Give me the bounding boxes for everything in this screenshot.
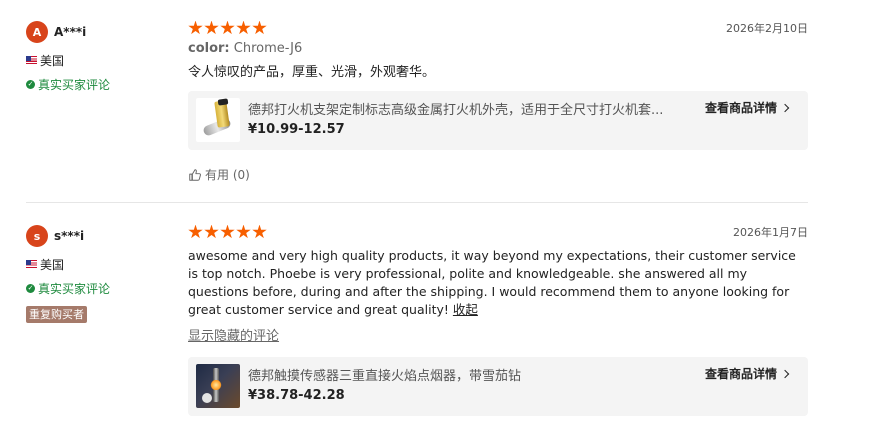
- review-content: 2026年1月7日 awesome and very high quality …: [188, 224, 808, 416]
- review-item: s s***i 美国 ✓ 真实买家评论 重复购买者 2026年1月7日 awes…: [0, 203, 872, 427]
- product-title[interactable]: 德邦触摸传感器三重直接火焰点烟器，带雪茄钻: [248, 365, 696, 384]
- show-hidden-reviews-link[interactable]: 显示隐藏的评论: [188, 325, 808, 344]
- avatar: A: [26, 21, 48, 43]
- reviewer-country: 美国: [26, 256, 176, 272]
- review-date: 2026年2月10日: [726, 22, 808, 35]
- review-content: 2026年2月10日 color: Chrome-J6 令人惊叹的产品，厚重、光…: [188, 20, 808, 182]
- product-card[interactable]: 德邦打火机支架定制标志高级金属打火机外壳，适用于全尺寸打火机套... ¥10.9…: [188, 91, 808, 150]
- verified-badge: ✓ 真实买家评论: [26, 280, 176, 296]
- star-icon: [236, 224, 251, 239]
- verified-label: 真实买家评论: [38, 77, 111, 92]
- product-price: ¥10.99-12.57: [248, 122, 345, 137]
- us-flag-icon: [26, 56, 37, 64]
- star-icon: [252, 224, 267, 239]
- helpful-button[interactable]: 有用 (0): [188, 166, 250, 183]
- verified-label: 真实买家评论: [38, 281, 111, 296]
- star-rating: [188, 20, 268, 36]
- sku-label: color:: [188, 41, 230, 56]
- star-icon: [188, 224, 203, 239]
- view-product-details-link[interactable]: 查看商品详情: [704, 365, 790, 382]
- review-text: 令人惊叹的产品，厚重、光滑，外观奢华。: [188, 65, 436, 80]
- sku-info: color: Chrome-J6: [188, 41, 808, 56]
- check-circle-icon: ✓: [26, 79, 35, 89]
- verified-badge: ✓ 真实买家评论: [26, 76, 176, 92]
- repeat-buyer-badge: 重复购买者: [26, 306, 87, 323]
- helpful-label: 有用 (0): [205, 168, 250, 182]
- reviewer-name: s***i: [54, 229, 85, 243]
- country-label: 美国: [40, 53, 65, 68]
- review-text-body: awesome and very high quality products, …: [188, 248, 796, 317]
- avatar: s: [26, 225, 48, 247]
- reviewer-info: s s***i 美国 ✓ 真实买家评论 重复购买者: [26, 225, 176, 323]
- product-thumbnail[interactable]: [196, 98, 240, 142]
- view-details-label: 查看商品详情: [704, 101, 777, 115]
- thumbs-up-icon: [189, 168, 201, 181]
- star-icon: [204, 224, 219, 239]
- star-icon: [236, 20, 251, 35]
- reviewer-name: A***i: [54, 25, 87, 39]
- review-text: awesome and very high quality products, …: [188, 247, 800, 319]
- product-price: ¥38.78-42.28: [248, 388, 345, 403]
- star-icon: [204, 20, 219, 35]
- us-flag-icon: [26, 260, 37, 268]
- check-circle-icon: ✓: [26, 283, 35, 293]
- star-icon: [220, 20, 235, 35]
- review-item: A A***i 美国 ✓ 真实买家评论 2026年2月10日 color: Ch…: [0, 0, 872, 203]
- country-label: 美国: [40, 257, 65, 272]
- collapse-link[interactable]: 收起: [453, 302, 478, 317]
- reviewer-info: A A***i 美国 ✓ 真实买家评论: [26, 21, 176, 92]
- chevron-right-icon: [780, 369, 790, 378]
- star-icon: [252, 20, 267, 35]
- view-product-details-link[interactable]: 查看商品详情: [704, 99, 790, 116]
- review-date: 2026年1月7日: [733, 226, 808, 239]
- sku-value: Chrome-J6: [233, 41, 303, 56]
- product-thumbnail[interactable]: [196, 364, 240, 408]
- view-details-label: 查看商品详情: [704, 367, 777, 381]
- star-icon: [220, 224, 235, 239]
- chevron-right-icon: [780, 103, 790, 112]
- product-title[interactable]: 德邦打火机支架定制标志高级金属打火机外壳，适用于全尺寸打火机套...: [248, 99, 696, 118]
- reviewer-country: 美国: [26, 52, 176, 68]
- product-card[interactable]: 德邦触摸传感器三重直接火焰点烟器，带雪茄钻 ¥38.78-42.28 查看商品详…: [188, 357, 808, 416]
- star-icon: [188, 20, 203, 35]
- star-rating: [188, 224, 268, 240]
